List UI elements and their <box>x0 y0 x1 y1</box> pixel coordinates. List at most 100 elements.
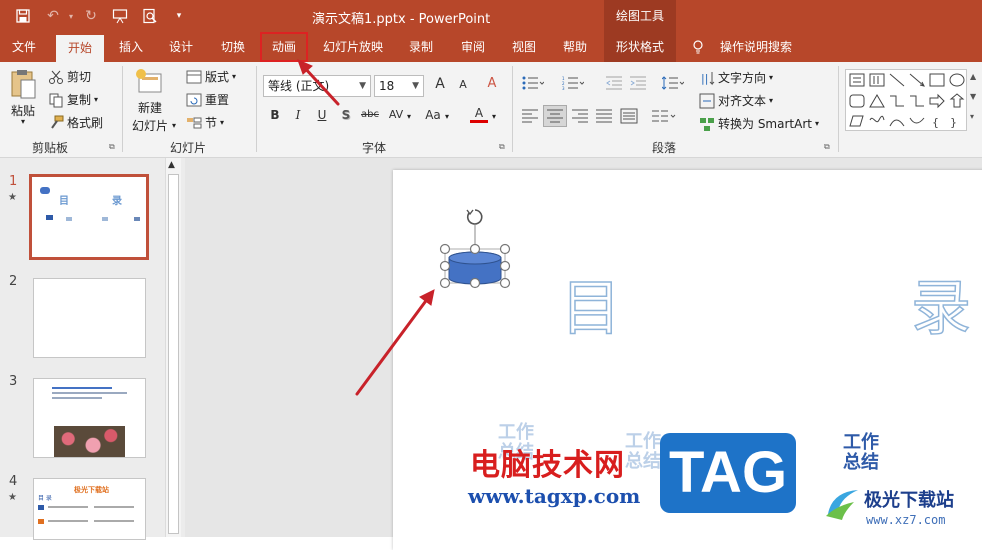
align-right-icon[interactable] <box>572 109 588 123</box>
slide-thumbnail-3[interactable] <box>33 378 146 458</box>
watermark-site-name: 极光下载站 <box>864 490 954 511</box>
svg-text:{: { <box>932 116 939 129</box>
undo-dropdown-icon[interactable]: ▾ <box>62 7 80 25</box>
chevron-down-icon: ▾ <box>769 73 774 82</box>
save-icon[interactable] <box>14 7 32 25</box>
tab-record[interactable]: 录制 <box>398 32 444 62</box>
print-preview-icon[interactable] <box>141 7 159 25</box>
clear-formatting-button[interactable]: A <box>483 76 501 91</box>
text-shadow-button[interactable]: S <box>337 108 355 122</box>
tab-slideshow[interactable]: 幻灯片放映 <box>316 32 390 62</box>
thumb-dot <box>38 519 44 524</box>
label-line: 工作 <box>843 432 879 453</box>
decrease-indent-icon[interactable] <box>606 76 622 90</box>
thumb4-heading: 极光下载站 <box>74 486 109 494</box>
new-slide-dropdown-icon[interactable]: ▾ <box>172 121 176 130</box>
watermark-url: www.tagxp.com <box>468 484 641 508</box>
present-from-start-icon[interactable] <box>111 7 129 25</box>
tab-file[interactable]: 文件 <box>2 32 46 62</box>
chevron-down-icon[interactable]: ▾ <box>492 112 496 121</box>
convert-smartart-button[interactable]: 转换为 SmartArt ▾ <box>699 115 819 132</box>
underline-button[interactable]: U <box>313 108 331 122</box>
format-painter-label: 格式刷 <box>67 116 104 130</box>
change-case-button[interactable]: Aa <box>422 108 444 122</box>
cut-button[interactable]: 剪切 <box>48 68 91 85</box>
grow-font-button[interactable]: A <box>431 76 449 92</box>
numbering-icon[interactable]: 123 <box>562 76 584 90</box>
columns-icon[interactable] <box>652 109 676 123</box>
tab-transitions[interactable]: 切换 <box>210 32 256 62</box>
character-spacing-button[interactable]: AV <box>385 108 407 121</box>
chevron-down-icon: ▼ <box>359 81 366 91</box>
italic-button[interactable]: I <box>289 108 307 122</box>
distributed-icon[interactable] <box>620 108 638 124</box>
gallery-up-icon[interactable]: ▲ <box>970 72 976 81</box>
gallery-more-icon[interactable]: ▾ <box>970 112 974 121</box>
align-center-icon[interactable] <box>543 105 567 127</box>
font-launcher-icon[interactable]: ⧉ <box>499 142 505 152</box>
thumbnail-scrollbar[interactable]: ▲ <box>165 158 181 537</box>
undo-icon[interactable]: ↶ <box>44 7 62 25</box>
tab-view[interactable]: 视图 <box>503 32 545 62</box>
tab-animations[interactable]: 动画 <box>260 32 308 62</box>
justify-icon[interactable] <box>596 109 612 123</box>
bullets-icon[interactable] <box>522 76 544 90</box>
strikethrough-button[interactable]: abc <box>358 109 382 120</box>
font-name-combo[interactable]: 等线 (正文) ▼ <box>263 75 371 97</box>
tab-review[interactable]: 审阅 <box>450 32 496 62</box>
tab-help[interactable]: 帮助 <box>553 32 597 62</box>
thumb-text-line <box>52 387 112 389</box>
svg-text:3: 3 <box>562 86 565 90</box>
copy-button[interactable]: 复制 ▾ <box>48 91 98 108</box>
text-direction-button[interactable]: || 文字方向 ▾ <box>699 69 773 86</box>
chevron-down-icon[interactable]: ▾ <box>445 112 449 121</box>
slide-label-faded-2[interactable]: 工作 总结 <box>625 432 661 472</box>
customize-quick-access-icon[interactable]: ▾ <box>170 7 188 25</box>
shapes-gallery[interactable]: { } <box>845 69 967 131</box>
thumb-dot <box>134 217 140 221</box>
label-line: 工作 <box>625 431 661 452</box>
slide-label-strong[interactable]: 工作 总结 <box>843 433 879 473</box>
align-left-icon[interactable] <box>522 109 538 123</box>
increase-indent-icon[interactable] <box>630 76 646 90</box>
slide-title-char-left[interactable]: 目 <box>560 260 623 347</box>
thumb-text-line <box>52 392 127 394</box>
section-button[interactable]: 节 ▾ <box>186 114 224 131</box>
new-slide-button[interactable]: 新建 幻灯片 <box>132 68 168 134</box>
rotate-handle-icon <box>466 209 483 225</box>
shrink-font-button[interactable]: A <box>454 78 472 91</box>
slide-title-char-right[interactable]: 录 <box>910 260 973 347</box>
slide-thumbnail-2[interactable] <box>33 278 146 358</box>
tell-me-search[interactable]: 操作说明搜索 <box>712 32 800 62</box>
watermark-cn-site: 电脑技术网 <box>470 448 625 483</box>
tab-insert[interactable]: 插入 <box>110 32 152 62</box>
gallery-down-icon[interactable]: ▼ <box>970 92 976 101</box>
tab-design[interactable]: 设计 <box>160 32 202 62</box>
font-name-value: 等线 (正文) <box>268 79 330 93</box>
reset-button[interactable]: 重置 <box>186 91 229 108</box>
label-line: 总结 <box>843 452 879 473</box>
paste-button[interactable]: 粘贴 ▾ <box>8 68 38 126</box>
line-spacing-icon[interactable] <box>662 76 684 90</box>
paragraph-launcher-icon[interactable]: ⧉ <box>824 142 830 152</box>
selected-can-shape[interactable] <box>437 204 517 294</box>
format-painter-button[interactable]: 格式刷 <box>48 114 103 131</box>
scroll-up-icon[interactable]: ▲ <box>168 160 175 170</box>
tab-home[interactable]: 开始 <box>56 35 104 62</box>
scrollbar-thumb[interactable] <box>168 174 179 534</box>
font-group-label: 字体 <box>362 141 387 155</box>
align-text-label: 对齐文本 <box>718 94 767 108</box>
thumb-text-line <box>94 506 134 508</box>
layout-button[interactable]: 版式 ▾ <box>186 68 236 85</box>
bold-button[interactable]: B <box>266 108 284 122</box>
font-color-button[interactable]: A <box>470 106 488 123</box>
slide-thumbnail-1[interactable]: 目 录 <box>29 174 149 260</box>
font-size-combo[interactable]: 18 ▼ <box>374 75 424 97</box>
redo-icon[interactable]: ↻ <box>82 7 100 25</box>
tab-shape-format[interactable]: 形状格式 <box>604 32 676 62</box>
align-text-button[interactable]: 对齐文本 ▾ <box>699 92 773 109</box>
chevron-down-icon[interactable]: ▾ <box>407 112 411 121</box>
clipboard-launcher-icon[interactable]: ⧉ <box>109 142 115 152</box>
slide-thumbnail-4[interactable]: 极光下载站 目 录 <box>33 478 146 540</box>
clipboard-icon <box>11 70 36 99</box>
